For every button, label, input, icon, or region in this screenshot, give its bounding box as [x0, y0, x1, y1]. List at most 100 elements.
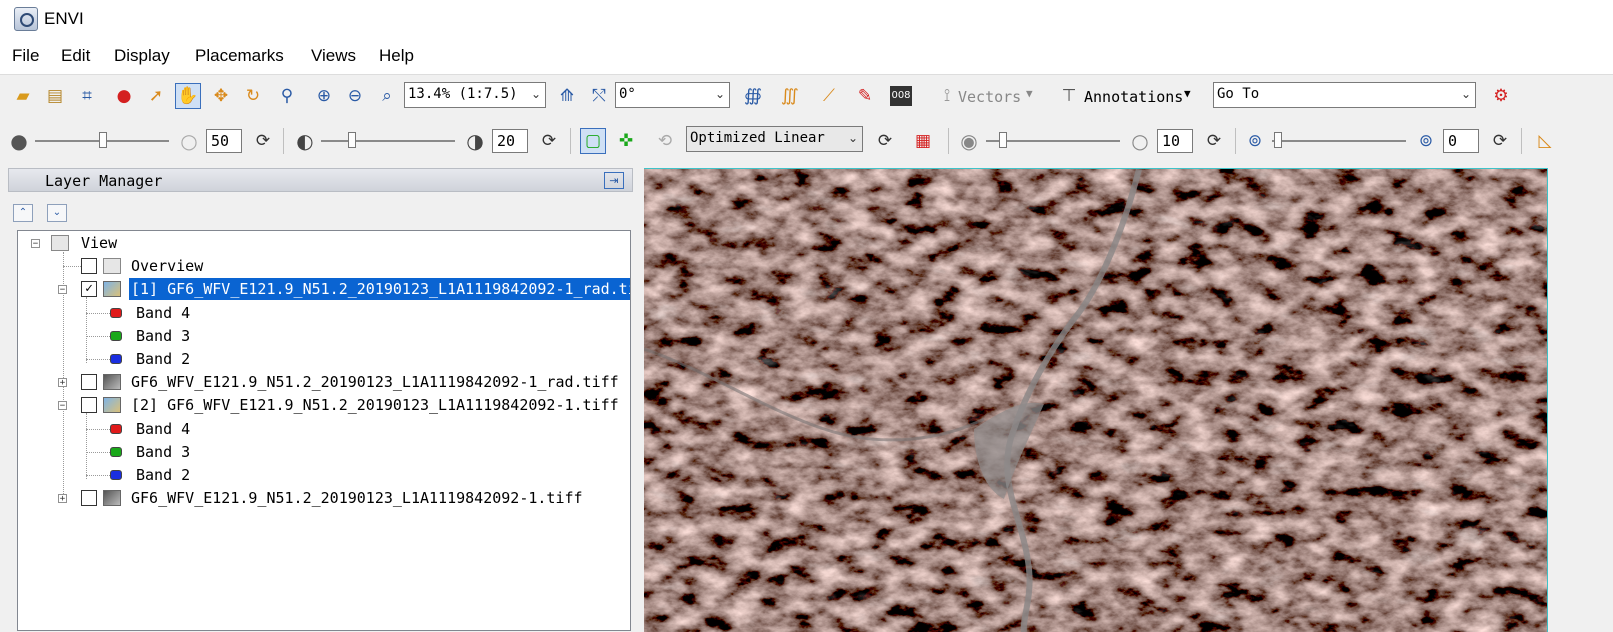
tree-row-band[interactable]: Band 2	[18, 464, 618, 486]
select-icon[interactable]: ➚	[143, 83, 169, 109]
layer-manager-title: Layer Manager	[45, 172, 163, 190]
tree-row-band[interactable]: Band 3	[18, 325, 618, 347]
layer-checkbox[interactable]	[81, 374, 97, 390]
stretch-combo[interactable]: Optimized Linear ⌄	[686, 126, 863, 152]
full-extent-icon[interactable]: ▢	[580, 128, 606, 154]
reset-icon[interactable]: ⟰	[554, 83, 580, 109]
layer-checkbox[interactable]	[81, 397, 97, 413]
collapse-icon[interactable]: −	[58, 285, 67, 295]
transparency-high-icon: ⊚	[1418, 130, 1434, 151]
blue-channel-icon	[110, 470, 122, 480]
chevron-down-icon: ⌄	[530, 87, 541, 101]
go-to-combo[interactable]: Go To ⌄	[1213, 82, 1476, 108]
reset-stretch-icon[interactable]: ⟳	[872, 128, 898, 154]
annotations-label[interactable]: Annotations	[1084, 88, 1183, 106]
tree-row-band[interactable]: Band 4	[18, 418, 618, 440]
move-layer-down-button[interactable]: ⌄	[47, 204, 67, 222]
spectral-profile-icon[interactable]: ∭	[777, 83, 803, 109]
contrast-slider-thumb[interactable]	[348, 132, 356, 148]
tree-label: Band 3	[136, 327, 191, 345]
pixel-locator-icon[interactable]: 008	[890, 86, 912, 106]
tree-line	[86, 475, 110, 476]
stretch-center-icon[interactable]: ✜	[613, 128, 639, 154]
separator	[570, 128, 571, 154]
raster-layer-icon	[103, 281, 121, 297]
contrast-slider-track[interactable]	[321, 140, 455, 142]
fly-icon[interactable]: ✥	[208, 83, 234, 109]
crop-icon[interactable]: ⌗	[74, 83, 100, 109]
menu-placemarks[interactable]: Placemarks	[195, 46, 284, 66]
contrast-value[interactable]: 20	[492, 129, 528, 153]
reset-transparency-icon[interactable]: ⟳	[1487, 128, 1513, 154]
vectors-label[interactable]: Vectors	[958, 88, 1021, 106]
tree-label: Band 4	[136, 420, 191, 438]
tree-row-band[interactable]: Band 3	[18, 441, 618, 463]
tree-label: [2] GF6_WFV_E121.9_N51.2_20190123_L1A111…	[131, 396, 619, 414]
tree-label: Band 2	[136, 466, 191, 484]
tree-row-layer-1[interactable]: − ✓ [1] GF6_WFV_E121.9_N51.2_20190123_L1…	[18, 278, 630, 300]
tree-row-layer-2[interactable]: − [2] GF6_WFV_E121.9_N51.2_20190123_L1A1…	[18, 394, 628, 416]
zoom-fit-icon[interactable]: ⌕	[374, 83, 400, 109]
move-layer-up-button[interactable]: ⌃	[13, 204, 33, 222]
roi-icon[interactable]: ✎	[852, 83, 878, 109]
brightness-slider-thumb[interactable]	[99, 132, 107, 148]
expand-icon[interactable]: +	[58, 494, 67, 504]
layer-checkbox[interactable]: ✓	[81, 281, 97, 297]
stretch-type-icon: ⟲	[657, 130, 673, 151]
collapse-icon[interactable]: −	[31, 239, 40, 249]
tree-row-band[interactable]: Band 2	[18, 348, 618, 370]
tree-row-overview[interactable]: Overview	[18, 255, 618, 277]
display-toolbar: ● ○ 50 ⟳ ◐ ◑ 20 ⟳ ▢ ✜ ⟲ Optimized Linear…	[0, 119, 1613, 163]
expand-icon[interactable]: +	[58, 378, 67, 388]
reset-sharpen-icon[interactable]: ⟳	[1201, 128, 1227, 154]
tree-row-file[interactable]: + GF6_WFV_E121.9_N51.2_20190123_L1A11198…	[18, 371, 628, 393]
zoom-icon[interactable]: ⚲	[274, 83, 300, 109]
zoom-combo[interactable]: 13.4% (1:7.5) ⌄	[404, 82, 546, 108]
layer-checkbox[interactable]	[81, 490, 97, 506]
data-manager-icon[interactable]: ▤	[42, 83, 68, 109]
layer-tree: − View Overview − ✓ [1] GF6_WFV_E121.9_N…	[17, 230, 631, 631]
menu-display[interactable]: Display	[114, 46, 170, 66]
zoom-out-icon[interactable]: ⊖	[342, 83, 368, 109]
brightness-high-icon: ○	[180, 129, 198, 153]
pan-icon[interactable]: ✋	[175, 83, 201, 109]
transparency-value[interactable]: 0	[1443, 129, 1479, 153]
sharpen-slider-thumb[interactable]	[999, 132, 1007, 148]
rotate-icon[interactable]: ↻	[240, 83, 266, 109]
go-to-icon[interactable]: ⚙	[1488, 83, 1514, 109]
zoom-value: 13.4% (1:7.5)	[408, 86, 518, 102]
tree-line	[63, 266, 81, 267]
layer-manager-header: Layer Manager ⇥	[8, 168, 633, 192]
transparency-slider-thumb[interactable]	[1274, 132, 1282, 148]
tree-label: Overview	[131, 257, 204, 275]
open-icon[interactable]: ▰	[10, 83, 36, 109]
layer-checkbox[interactable]	[81, 258, 97, 274]
tree-row-view[interactable]: − View	[18, 232, 618, 254]
reset-brightness-icon[interactable]: ⟳	[250, 128, 276, 154]
placemark-icon[interactable]: ●	[111, 83, 137, 109]
measure-icon[interactable]: ◺	[1532, 128, 1558, 154]
pyramid-icon[interactable]: ⤲	[586, 83, 612, 109]
dock-icon[interactable]: ⇥	[604, 172, 624, 189]
rotation-value: 0°	[619, 86, 636, 102]
sharpen-value[interactable]: 10	[1157, 129, 1193, 153]
zoom-in-icon[interactable]: ⊕	[311, 83, 337, 109]
menu-views[interactable]: Views	[311, 46, 356, 66]
reset-contrast-icon[interactable]: ⟳	[536, 128, 562, 154]
tree-row-file[interactable]: + GF6_WFV_E121.9_N51.2_20190123_L1A11198…	[18, 487, 628, 509]
menu-file[interactable]: File	[12, 46, 39, 66]
green-channel-icon	[110, 447, 122, 457]
image-view[interactable]	[644, 168, 1548, 632]
histogram-icon[interactable]: ▦	[910, 128, 936, 154]
tree-line	[86, 336, 110, 337]
transparency-slider-track[interactable]	[1272, 140, 1406, 142]
transparency-low-icon: ⊚	[1247, 130, 1263, 151]
cursor-value-icon[interactable]: ∰	[740, 83, 766, 109]
menu-edit[interactable]: Edit	[61, 46, 90, 66]
menu-help[interactable]: Help	[379, 46, 414, 66]
rotation-combo[interactable]: 0° ⌄	[615, 82, 730, 108]
spectral-library-icon[interactable]: ⟋	[816, 83, 842, 109]
brightness-value[interactable]: 50	[206, 129, 242, 153]
collapse-icon[interactable]: −	[58, 401, 67, 411]
tree-row-band[interactable]: Band 4	[18, 302, 618, 324]
